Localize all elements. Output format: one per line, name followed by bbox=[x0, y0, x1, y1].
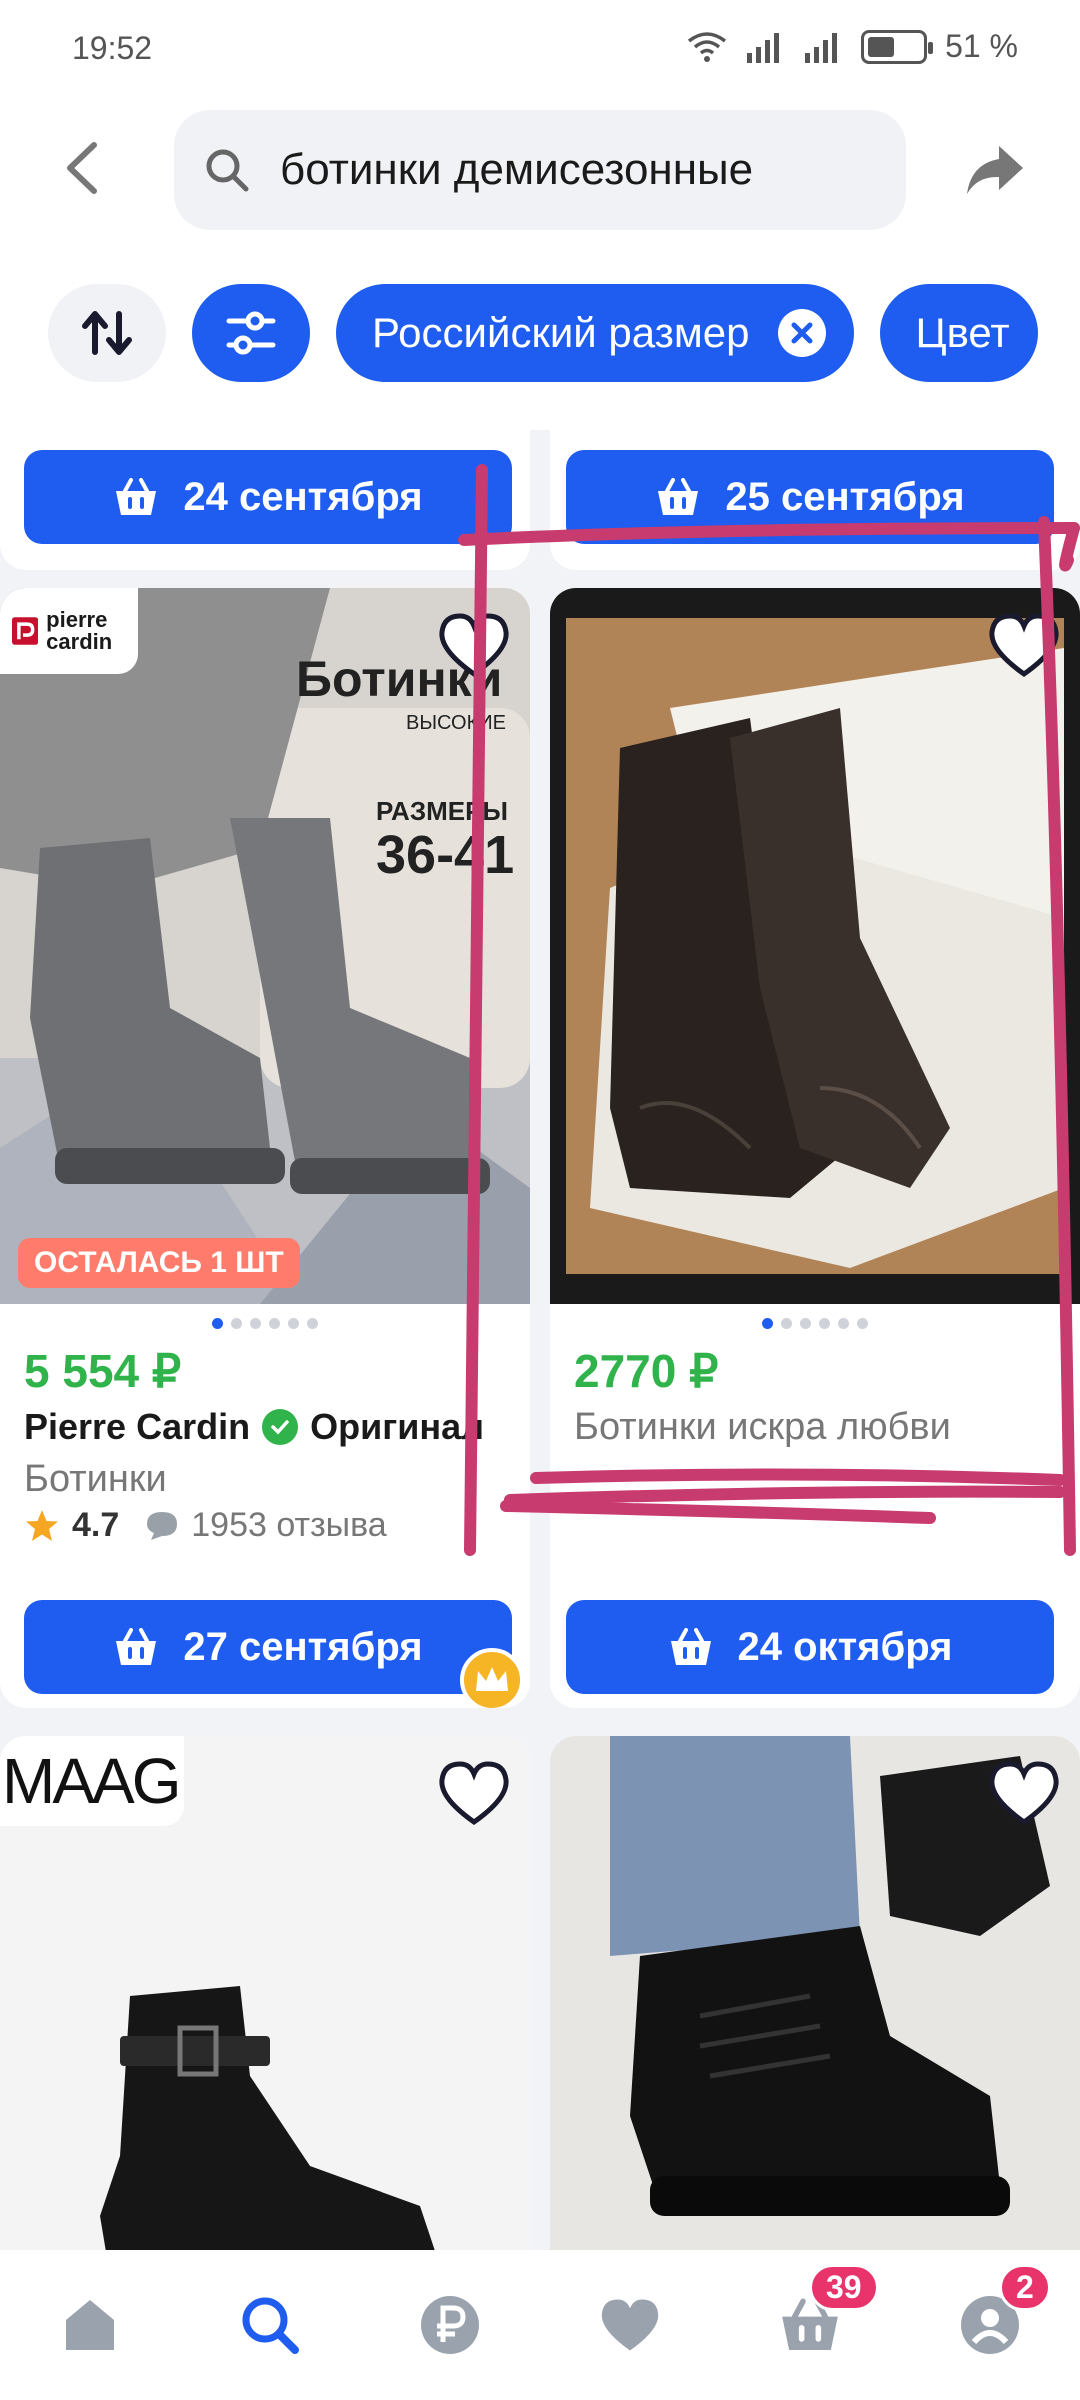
share-button[interactable] bbox=[960, 135, 1030, 205]
ruble-icon bbox=[421, 2296, 479, 2354]
share-icon bbox=[967, 146, 1023, 194]
crown-icon bbox=[460, 1648, 524, 1708]
filter-chip-color-label: Цвет bbox=[915, 309, 1010, 356]
photo-pagination bbox=[0, 1318, 530, 1329]
nav-payment[interactable] bbox=[405, 2280, 495, 2370]
product-brand-line: Pierre Cardin Оригинал bbox=[24, 1406, 484, 1448]
overlay-sizes-label: РАЗМЕРЫ bbox=[376, 796, 508, 826]
add-to-cart-button[interactable]: 25 сентября bbox=[566, 450, 1054, 544]
search-input[interactable] bbox=[280, 145, 860, 195]
delivery-date: 25 сентября bbox=[725, 474, 965, 519]
nav-home[interactable] bbox=[45, 2280, 135, 2370]
favorite-heart-icon[interactable] bbox=[438, 1760, 510, 1826]
product-name: Ботинки bbox=[24, 1458, 167, 1500]
add-to-cart-button[interactable]: 27 сентября bbox=[24, 1600, 512, 1694]
product-price: 2770 ₽ bbox=[574, 1345, 719, 1397]
sort-button[interactable] bbox=[48, 284, 166, 382]
favorite-heart-icon[interactable] bbox=[988, 612, 1060, 678]
favorite-heart-icon[interactable] bbox=[988, 1760, 1060, 1826]
favorite-heart-icon[interactable] bbox=[438, 612, 510, 678]
verified-check-icon bbox=[262, 1409, 299, 1445]
stock-badge: ОСТАЛАСЬ 1 ШТ bbox=[18, 1238, 300, 1288]
filter-chip-size[interactable]: Российский размер bbox=[336, 284, 854, 382]
filter-bar: Российский размер Цвет bbox=[48, 284, 1038, 382]
overlay-subtitle: ВЫСОКИЕ bbox=[406, 712, 506, 734]
profile-count-badge: 2 bbox=[999, 2264, 1051, 2311]
status-icons: 51 % bbox=[687, 28, 1018, 65]
top-bar: 19:52 51 % Российский размер bbox=[0, 0, 1080, 430]
status-time: 19:52 bbox=[72, 30, 153, 66]
cart-count-badge: 39 bbox=[809, 2264, 879, 2311]
overlay-sizes: 36-41 bbox=[376, 825, 515, 885]
sort-icon bbox=[82, 311, 132, 355]
bottom-navigation: 39 2 bbox=[0, 2250, 1080, 2400]
battery-percent: 51 % bbox=[945, 28, 1018, 64]
add-to-cart-button[interactable]: 24 октября bbox=[566, 1600, 1054, 1694]
search-box[interactable] bbox=[174, 110, 906, 230]
product-card[interactable]: MAAG bbox=[0, 1736, 530, 2296]
back-button[interactable] bbox=[52, 138, 112, 198]
search-icon bbox=[206, 149, 249, 192]
basket-icon bbox=[670, 1628, 711, 1665]
wifi-icon bbox=[687, 31, 727, 62]
product-image-black-boots bbox=[550, 588, 1080, 1304]
basket-icon bbox=[116, 1628, 157, 1665]
product-name: Ботинки искра любви bbox=[574, 1406, 951, 1448]
heart-icon bbox=[601, 2299, 659, 2351]
delivery-date: 24 октября bbox=[737, 1624, 953, 1669]
nav-favorites[interactable] bbox=[585, 2280, 675, 2370]
brand-logo: pierre cardin bbox=[0, 588, 138, 674]
filter-settings-button[interactable] bbox=[192, 284, 310, 382]
nav-cart[interactable]: 39 bbox=[765, 2264, 879, 2370]
chevron-left-icon bbox=[67, 142, 97, 194]
product-card-prev-left: 24 сентября bbox=[0, 410, 530, 570]
comment-icon bbox=[147, 1511, 178, 1540]
close-icon[interactable] bbox=[777, 309, 826, 357]
search-icon bbox=[242, 2297, 299, 2354]
product-brand: Pierre Cardin bbox=[24, 1406, 251, 1447]
basket-icon bbox=[658, 478, 699, 515]
filter-chip-color[interactable]: Цвет bbox=[879, 284, 1038, 382]
add-to-cart-button[interactable]: 24 сентября bbox=[24, 450, 512, 544]
original-label: Оригинал bbox=[310, 1406, 484, 1447]
brand-logo-text: pierre cardin bbox=[46, 607, 113, 654]
nav-profile[interactable]: 2 bbox=[945, 2264, 1051, 2370]
screen: 19:52 51 % Российский размер bbox=[0, 0, 1080, 2400]
basket-icon bbox=[116, 478, 157, 515]
product-card-prev-right: 25 сентября bbox=[550, 410, 1080, 570]
battery-icon bbox=[861, 29, 934, 64]
product-price: 5 554 ₽ bbox=[24, 1345, 182, 1397]
delivery-date: 27 сентября bbox=[183, 1624, 423, 1669]
sliders-icon bbox=[226, 311, 276, 355]
product-card[interactable] bbox=[550, 1736, 1080, 2296]
photo-pagination bbox=[550, 1318, 1080, 1329]
star-icon bbox=[26, 1509, 58, 1541]
product-rating: 4.7 1953 отзыва bbox=[24, 1506, 387, 1545]
delivery-date: 24 сентября bbox=[183, 474, 423, 519]
signal-icon bbox=[747, 32, 780, 63]
nav-search[interactable] bbox=[225, 2280, 315, 2370]
product-card[interactable]: pierre cardin Ботинки ВЫСОКИЕ РАЗМЕРЫ 36… bbox=[0, 588, 530, 1708]
review-count: 1953 отзыва bbox=[191, 1506, 387, 1544]
product-card[interactable]: 2770 ₽ Ботинки искра любви 24 октября bbox=[550, 588, 1080, 1708]
signal-icon-2 bbox=[805, 32, 838, 63]
product-photo[interactable] bbox=[550, 588, 1080, 1304]
filter-chip-label: Российский размер bbox=[372, 309, 750, 356]
product-photo[interactable]: pierre cardin Ботинки ВЫСОКИЕ РАЗМЕРЫ 36… bbox=[0, 588, 530, 1304]
rating-value: 4.7 bbox=[72, 1506, 120, 1544]
pierre-cardin-logo-icon bbox=[12, 617, 39, 645]
home-icon bbox=[66, 2300, 114, 2350]
brand-logo: MAAG bbox=[0, 1736, 184, 1826]
